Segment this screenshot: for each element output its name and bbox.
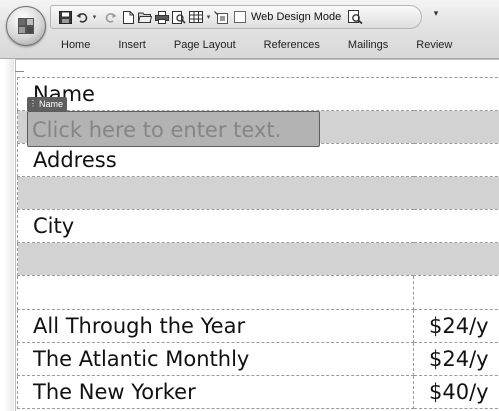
page-left-edge <box>15 59 16 411</box>
table-row: The Atlantic Monthly $24/y <box>17 342 499 376</box>
drag-handle-icon[interactable]: ⋮ <box>29 97 37 111</box>
address-label: Address <box>17 143 499 177</box>
table-row <box>17 275 499 310</box>
tab-review[interactable]: Review <box>402 37 466 55</box>
subscription-name-cell: All Through the Year <box>17 309 414 343</box>
undo-dropdown-icon[interactable]: ▾ <box>91 8 98 26</box>
ribbon-tabs: Home Insert Page Layout References Maili… <box>47 37 466 55</box>
office-logo-icon <box>18 18 34 34</box>
city-field-cell[interactable] <box>17 242 499 276</box>
table-icon[interactable] <box>188 8 204 26</box>
tab-mailings[interactable]: Mailings <box>334 37 402 55</box>
office-button[interactable] <box>6 6 46 46</box>
insert-control-icon[interactable] <box>213 8 229 26</box>
ribbon: ▾ ▾ Web Design Mode ▾ Home Insert Page L… <box>0 0 499 59</box>
subscription-name-cell: The Atlantic Monthly <box>17 342 414 376</box>
table-row <box>17 176 499 210</box>
print-icon[interactable] <box>154 8 170 26</box>
web-design-mode-checkbox[interactable] <box>234 11 246 23</box>
subscription-price-cell: $24/y <box>413 342 499 376</box>
undo-icon[interactable] <box>74 8 90 26</box>
customize-qat-icon[interactable]: ▾ <box>430 9 442 19</box>
subscription-name-cell: The New Yorker <box>17 375 414 409</box>
content-control-tag[interactable]: ⋮ Name <box>27 97 68 111</box>
table-row: Name <box>17 77 499 111</box>
content-control-placeholder[interactable]: Click here to enter text. <box>32 114 281 146</box>
zoom-page-icon[interactable] <box>347 8 363 26</box>
subscription-price-cell: $24/y <box>413 309 499 343</box>
new-document-icon[interactable] <box>120 8 136 26</box>
table-row <box>17 242 499 276</box>
content-control-tag-label: Name <box>39 99 64 109</box>
city-label: City <box>17 209 499 243</box>
tab-home[interactable]: Home <box>47 37 104 55</box>
open-folder-icon[interactable] <box>137 8 153 26</box>
subscription-name-cell <box>17 275 414 310</box>
table-row: The New Yorker $40/y <box>17 375 499 409</box>
table-dropdown-icon[interactable]: ▾ <box>205 8 212 26</box>
print-preview-icon[interactable] <box>171 8 187 26</box>
tab-page-layout[interactable]: Page Layout <box>160 37 250 55</box>
page-top-edge <box>15 59 499 60</box>
name-label: Name <box>17 77 499 111</box>
crop-mark <box>15 71 24 72</box>
table-row: Address <box>17 143 499 177</box>
redo-icon[interactable] <box>103 8 119 26</box>
web-design-mode-label: Web Design Mode <box>251 11 342 23</box>
save-icon[interactable] <box>57 8 73 26</box>
tab-insert[interactable]: Insert <box>104 37 160 55</box>
address-field-cell[interactable] <box>17 176 499 210</box>
quick-access-toolbar: ▾ ▾ Web Design Mode <box>50 5 422 29</box>
subscription-price-cell <box>413 275 499 310</box>
subscription-price-cell: $40/y <box>413 375 499 409</box>
table-row: City <box>17 209 499 243</box>
page-shadow <box>4 59 14 411</box>
table-row: All Through the Year $24/y <box>17 309 499 343</box>
tab-references[interactable]: References <box>250 37 334 55</box>
